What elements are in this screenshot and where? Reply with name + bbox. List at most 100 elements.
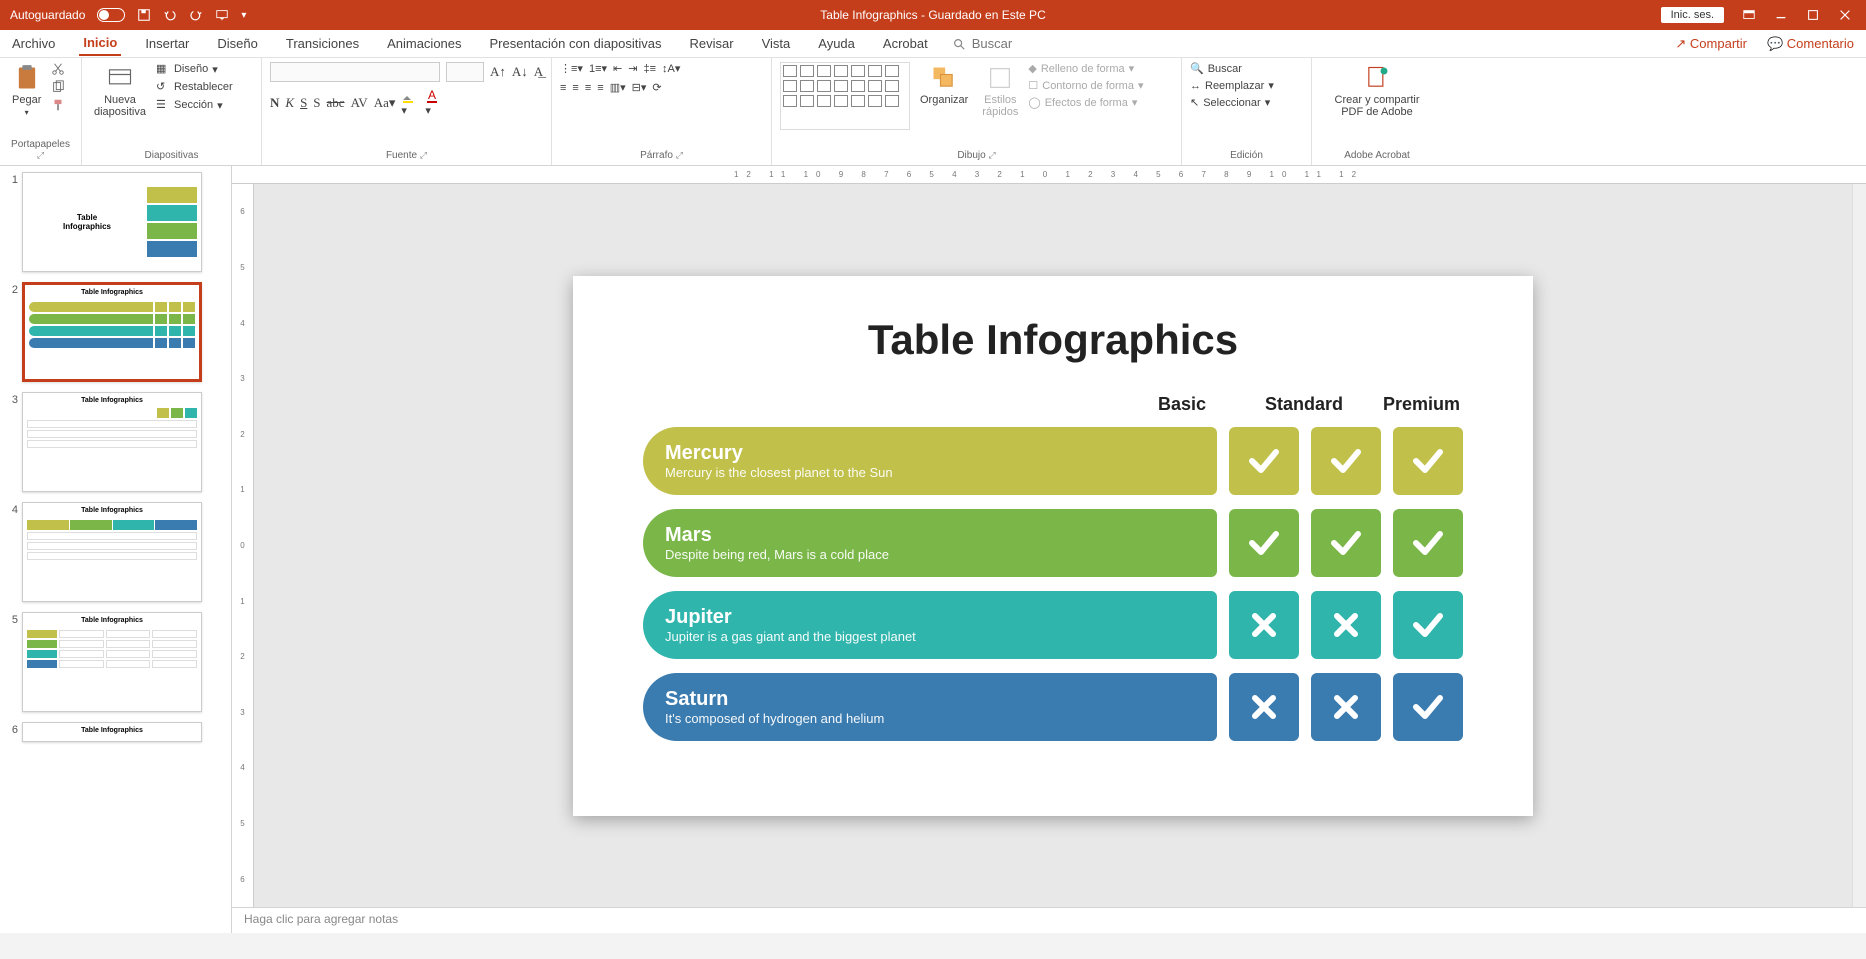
shape-mini[interactable] — [868, 65, 882, 77]
check-cell[interactable] — [1393, 509, 1463, 577]
tab-animaciones[interactable]: Animaciones — [383, 32, 465, 55]
save-icon[interactable] — [137, 8, 151, 22]
shape-mini[interactable] — [868, 95, 882, 107]
increase-font-icon[interactable]: A↑ — [490, 64, 506, 80]
reset-button[interactable]: ↺Restablecer — [156, 80, 233, 94]
table-row[interactable]: SaturnIt's composed of hydrogen and heli… — [643, 673, 1463, 741]
arrange-button[interactable]: Organizar — [916, 62, 972, 108]
slide-thumb-1[interactable]: Table Infographics — [22, 172, 202, 272]
undo-icon[interactable] — [163, 8, 177, 22]
underline-button[interactable]: S — [300, 95, 307, 111]
tab-acrobat[interactable]: Acrobat — [879, 32, 932, 55]
quick-styles-button[interactable]: Estilos rápidos — [978, 62, 1022, 120]
col-header-standard[interactable]: Standard — [1265, 394, 1335, 415]
new-slide-button[interactable]: Nueva diapositiva — [90, 62, 150, 120]
shape-mini[interactable] — [868, 80, 882, 92]
notes-pane[interactable]: Haga clic para agregar notas — [232, 907, 1866, 933]
x-cell[interactable] — [1311, 673, 1381, 741]
tab-inicio[interactable]: Inicio — [79, 31, 121, 56]
shape-mini[interactable] — [885, 80, 899, 92]
check-cell[interactable] — [1311, 509, 1381, 577]
slide-thumb-6[interactable]: Table Infographics — [22, 722, 202, 742]
section-button[interactable]: ☰Sección ▾ — [156, 98, 233, 112]
col-header-basic[interactable]: Basic — [1147, 394, 1217, 415]
select-button[interactable]: ↖Seleccionar ▾ — [1190, 96, 1274, 109]
slideshow-icon[interactable] — [215, 8, 229, 22]
shape-mini[interactable] — [800, 95, 814, 107]
row-label[interactable]: MercuryMercury is the closest planet to … — [643, 427, 1217, 495]
paste-button[interactable]: Pegar ▾ — [8, 62, 45, 119]
shape-mini[interactable] — [783, 80, 797, 92]
dialog-launcher-icon[interactable]: ⤢ — [676, 150, 683, 160]
spacing-button[interactable]: AV — [351, 95, 368, 111]
columns-button[interactable]: ▥▾ — [610, 81, 626, 94]
shape-mini[interactable] — [817, 95, 831, 107]
close-icon[interactable] — [1838, 8, 1852, 22]
clear-format-icon[interactable]: A͟ — [534, 64, 543, 80]
tab-transiciones[interactable]: Transiciones — [282, 32, 363, 55]
align-text-button[interactable]: ⊟▾ — [632, 81, 647, 94]
copy-icon[interactable] — [51, 80, 65, 94]
canvas[interactable]: Table Infographics Basic Standard Premiu… — [254, 184, 1852, 907]
maximize-icon[interactable] — [1806, 8, 1820, 22]
share-button[interactable]: ↗ Compartir — [1671, 32, 1751, 56]
shape-mini[interactable] — [783, 65, 797, 77]
indent-right-button[interactable]: ⇥ — [628, 62, 637, 75]
case-button[interactable]: Aa▾ — [374, 95, 396, 111]
justify-button[interactable]: ≡ — [597, 82, 603, 94]
align-center-button[interactable]: ≡ — [572, 82, 578, 94]
shape-mini[interactable] — [800, 65, 814, 77]
shapes-gallery[interactable] — [780, 62, 910, 130]
redo-icon[interactable] — [189, 8, 203, 22]
check-cell[interactable] — [1229, 509, 1299, 577]
bullets-button[interactable]: ⋮≡▾ — [560, 62, 583, 75]
table-row[interactable]: MarsDespite being red, Mars is a cold pl… — [643, 509, 1463, 577]
row-label[interactable]: SaturnIt's composed of hydrogen and heli… — [643, 673, 1217, 741]
shape-mini[interactable] — [851, 80, 865, 92]
smartart-button[interactable]: ⟳ — [652, 81, 661, 94]
dialog-launcher-icon[interactable]: ⤢ — [420, 150, 427, 160]
table-row[interactable]: MercuryMercury is the closest planet to … — [643, 427, 1463, 495]
text-direction-button[interactable]: ↕A▾ — [662, 62, 680, 75]
check-cell[interactable] — [1393, 673, 1463, 741]
comment-button[interactable]: 💬 Comentario — [1763, 32, 1858, 56]
tab-vista[interactable]: Vista — [758, 32, 795, 55]
x-cell[interactable] — [1229, 673, 1299, 741]
row-label[interactable]: JupiterJupiter is a gas giant and the bi… — [643, 591, 1217, 659]
highlight-button[interactable]: ▾ — [401, 88, 419, 117]
autosave-toggle[interactable] — [97, 8, 125, 22]
dialog-launcher-icon[interactable]: ⤢ — [37, 150, 44, 160]
shape-mini[interactable] — [817, 65, 831, 77]
tab-presentacion[interactable]: Presentación con diapositivas — [486, 32, 666, 55]
check-cell[interactable] — [1311, 427, 1381, 495]
font-color-button[interactable]: A▾ — [425, 88, 443, 117]
ribbon-display-icon[interactable] — [1742, 8, 1756, 22]
shape-effects-button[interactable]: ◯Efectos de forma ▾ — [1028, 96, 1143, 109]
dialog-launcher-icon[interactable]: ⤢ — [988, 150, 995, 160]
shadow-button[interactable]: S — [313, 95, 320, 111]
acrobat-create-button[interactable]: Crear y compartir PDF de Adobe — [1331, 62, 1424, 120]
minimize-icon[interactable] — [1774, 8, 1788, 22]
shape-mini[interactable] — [851, 95, 865, 107]
numbering-button[interactable]: 1≡▾ — [589, 62, 607, 75]
check-cell[interactable] — [1393, 591, 1463, 659]
x-cell[interactable] — [1311, 591, 1381, 659]
layout-button[interactable]: ▦Diseño ▾ — [156, 62, 233, 76]
font-name-combo[interactable] — [270, 62, 440, 82]
font-size-combo[interactable] — [446, 62, 484, 82]
shape-mini[interactable] — [834, 80, 848, 92]
signin-button[interactable]: Inic. ses. — [1661, 7, 1724, 23]
cut-icon[interactable] — [51, 62, 65, 76]
shape-mini[interactable] — [800, 80, 814, 92]
align-left-button[interactable]: ≡ — [560, 82, 566, 94]
tab-insertar[interactable]: Insertar — [141, 32, 193, 55]
shape-fill-button[interactable]: ◆Relleno de forma ▾ — [1028, 62, 1143, 75]
shape-mini[interactable] — [885, 95, 899, 107]
strike-button[interactable]: abc — [327, 95, 345, 111]
format-painter-icon[interactable] — [51, 98, 65, 112]
tab-diseno[interactable]: Diseño — [213, 32, 261, 55]
row-label[interactable]: MarsDespite being red, Mars is a cold pl… — [643, 509, 1217, 577]
shape-mini[interactable] — [885, 65, 899, 77]
shape-outline-button[interactable]: ☐Contorno de forma ▾ — [1028, 79, 1143, 92]
tab-ayuda[interactable]: Ayuda — [814, 32, 859, 55]
